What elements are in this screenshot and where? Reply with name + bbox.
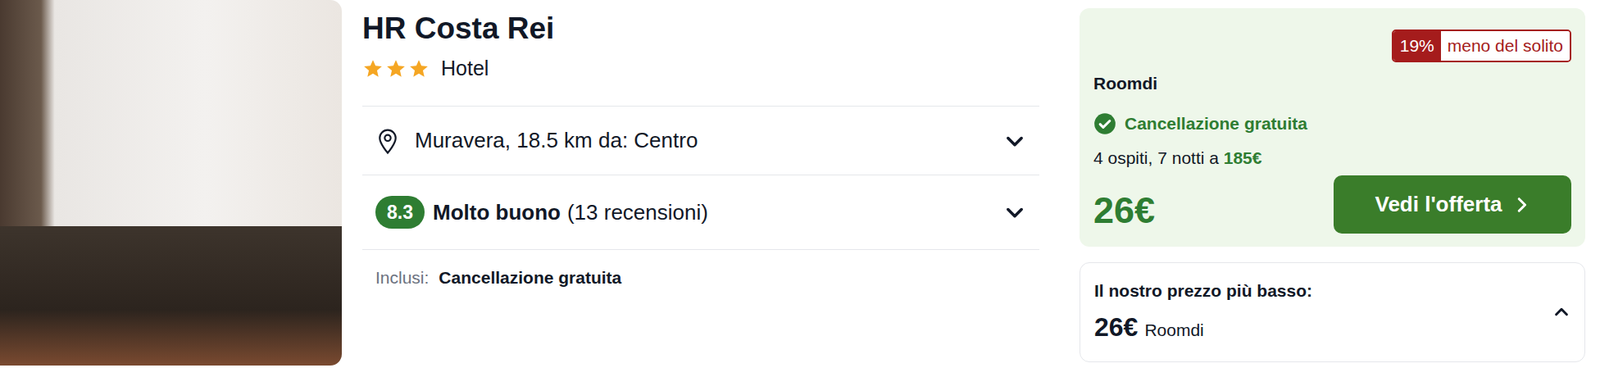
check-icon <box>1093 112 1117 136</box>
hotel-result: HR Costa Rei Hotel Muravera, 18.5 km da:… <box>0 0 1600 377</box>
hotel-title[interactable]: HR Costa Rei <box>362 9 1040 48</box>
included-label: Inclusi: <box>375 264 429 291</box>
hotel-info: HR Costa Rei Hotel Muravera, 18.5 km da:… <box>362 0 1040 377</box>
included-value: Cancellazione gratuita <box>438 264 622 291</box>
hotel-class: Hotel <box>362 47 1040 91</box>
discount-badge: 19% meno del solito <box>1093 29 1572 63</box>
hotel-photo[interactable] <box>0 0 342 366</box>
rating-label: Molto buono <box>432 196 561 229</box>
star-icon <box>408 58 430 80</box>
cancellation-text: Cancellazione gratuita <box>1124 110 1308 137</box>
star-icon <box>362 58 384 80</box>
total-price: 185€ <box>1223 148 1263 168</box>
view-offer-button[interactable]: Vedi l'offerta <box>1333 175 1572 234</box>
cancellation: Cancellazione gratuita <box>1093 110 1572 137</box>
rating-badge: 8.3 <box>375 195 425 230</box>
offer-column: 19% meno del solito Roomdi Cancellazione… <box>1079 0 1586 377</box>
offer-card[interactable]: 19% meno del solito Roomdi Cancellazione… <box>1079 8 1586 247</box>
discount-label: meno del solito <box>1440 31 1570 61</box>
rating-row[interactable]: 8.3 Molto buono (13 recensioni) <box>362 175 1040 250</box>
stay-info: 4 ospiti, 7 notti a 185€ <box>1093 145 1572 172</box>
discount-percent: 19% <box>1393 31 1441 61</box>
provider-name: Roomdi <box>1093 70 1572 97</box>
lowest-price-card[interactable]: Il nostro prezzo più basso: 26€ Roomdi <box>1079 262 1586 363</box>
chevron-right-icon <box>1512 195 1531 214</box>
star-rating <box>362 58 430 80</box>
location-text: Muravera, 18.5 km da: Centro <box>414 124 1004 157</box>
nightly-price: 26€ <box>1093 189 1155 232</box>
chevron-icon[interactable] <box>1552 303 1571 322</box>
lowest-label: Il nostro prezzo più basso: <box>1094 277 1553 305</box>
lowest-price: 26€ <box>1094 307 1138 347</box>
review-count: (13 recensioni) <box>567 196 1004 229</box>
chevron-icon[interactable] <box>1003 200 1027 224</box>
included-row: Inclusi: Cancellazione gratuita <box>362 250 1040 291</box>
star-icon <box>385 58 407 80</box>
lowest-provider: Roomdi <box>1144 317 1204 344</box>
hotel-type: Hotel <box>440 53 489 85</box>
location-row[interactable]: Muravera, 18.5 km da: Centro <box>362 106 1040 175</box>
chevron-icon[interactable] <box>1003 129 1027 153</box>
pin-icon <box>375 127 400 155</box>
